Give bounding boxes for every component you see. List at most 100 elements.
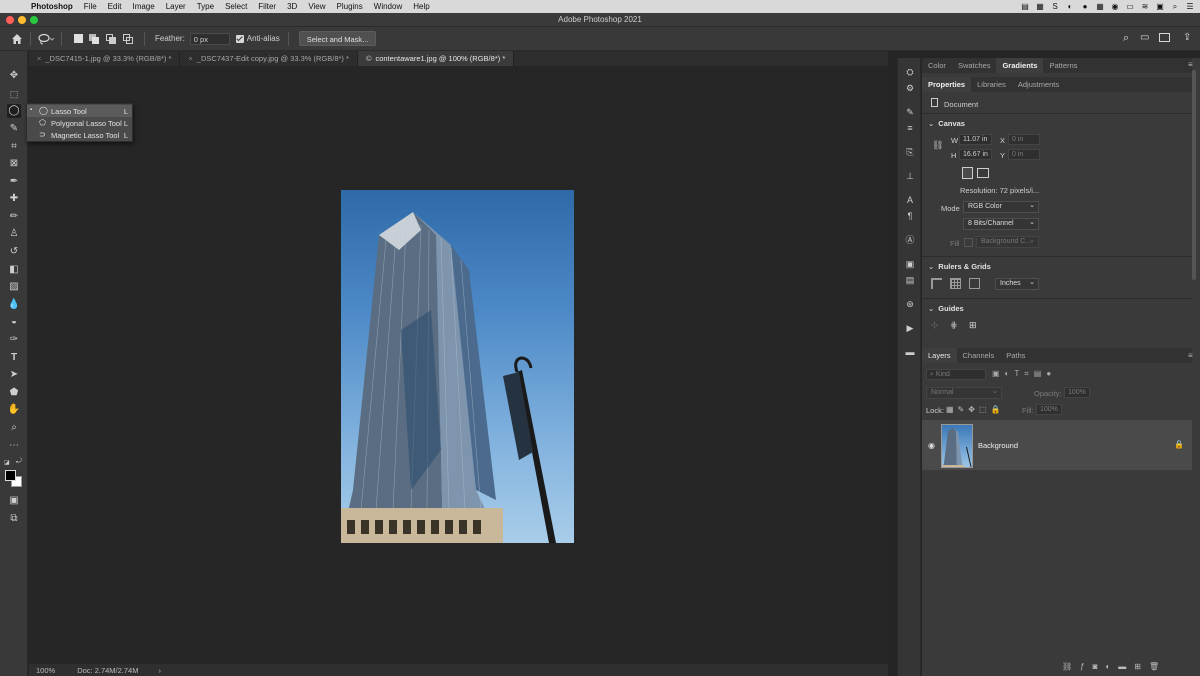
tab-layers[interactable]: Layers — [922, 348, 957, 363]
flyout-item-polygonal-lasso[interactable]: ⬠ Polygonal Lasso Tool L — [27, 117, 132, 129]
pen-tool-icon[interactable]: ✑ — [7, 333, 21, 347]
menu-filter[interactable]: Filter — [258, 2, 276, 11]
guides-section-title[interactable]: Guides — [928, 304, 963, 313]
tray-grid-icon[interactable]: ▦ — [1036, 2, 1044, 11]
tab-dsc7415[interactable]: × _DSC7415-1.jpg @ 33.3% (RGB/8*) * — [29, 51, 181, 66]
libraries-icon[interactable]: ▣ — [904, 258, 916, 270]
tab-swatches[interactable]: Swatches — [952, 58, 997, 73]
tray-switch-icon[interactable]: ▣ — [1156, 2, 1164, 11]
menu-layer[interactable]: Layer — [166, 2, 186, 11]
menu-select[interactable]: Select — [225, 2, 247, 11]
panel-menu-icon[interactable]: ≡ — [1188, 60, 1193, 69]
marquee-tool-icon[interactable]: ⬚ — [7, 87, 21, 101]
units-dropdown[interactable]: Inches — [995, 278, 1039, 290]
play-icon[interactable]: ▶ — [904, 322, 916, 334]
tray-pill-icon[interactable]: ◉ — [1111, 2, 1119, 11]
filter-icons[interactable]: ▣◐T⌗▤● — [992, 369, 1056, 379]
tray-wifi-icon[interactable]: ≋ — [1141, 2, 1149, 11]
lasso-preset-icon[interactable] — [37, 33, 55, 45]
layer-row-background[interactable]: ◉ Background 🔒 — [922, 420, 1192, 470]
width-input[interactable]: 11.07 in — [959, 134, 992, 145]
navigator-icon[interactable]: ⊛ — [904, 298, 916, 310]
search-icon[interactable]: ⌕ — [1123, 32, 1129, 45]
rulers-grids-section-title[interactable]: Rulers & Grids — [928, 262, 991, 271]
tray-leaf-icon[interactable]: ◐ — [1066, 2, 1074, 11]
flyout-item-lasso[interactable]: ▪ ◯ Lasso Tool L — [27, 105, 132, 117]
home-icon[interactable] — [10, 32, 24, 46]
tab-gradients[interactable]: Gradients — [996, 58, 1044, 73]
opacity-input[interactable]: 100% — [1064, 387, 1090, 398]
y-input[interactable]: 0 in — [1008, 149, 1040, 160]
link-dimensions-icon[interactable]: ⛓ — [932, 140, 943, 151]
add-selection-icon[interactable] — [89, 33, 100, 44]
subtract-selection-icon[interactable] — [106, 33, 117, 44]
bit-depth-dropdown[interactable]: 8 Bits/Channel — [963, 218, 1039, 230]
tray-grid2-icon[interactable]: ▦ — [1096, 2, 1104, 11]
blur-tool-icon[interactable]: 💧 — [7, 298, 21, 312]
gradient-tool-icon[interactable]: ▨ — [7, 280, 21, 294]
tray-search-icon[interactable]: ⌕ — [1171, 2, 1179, 12]
intersect-selection-icon[interactable] — [123, 33, 134, 44]
select-and-mask-button[interactable]: Select and Mask... — [298, 31, 377, 46]
menu-3d[interactable]: 3D — [287, 2, 297, 11]
menu-plugins[interactable]: Plugins — [337, 2, 363, 11]
quick-mask-icon[interactable]: ▣ — [7, 494, 21, 508]
adjustments-icon[interactable]: ≡ — [904, 122, 916, 134]
share-icon[interactable]: ⇪ — [1183, 32, 1191, 43]
character-panel-icon[interactable]: A — [904, 194, 916, 206]
antialias-checkbox[interactable] — [235, 34, 244, 43]
guides-vertical-icon[interactable]: ⊹ — [931, 320, 939, 331]
visibility-eye-icon[interactable]: ◉ — [928, 441, 935, 450]
quick-selection-tool-icon[interactable]: ✎ — [7, 122, 21, 136]
properties-scrollbar[interactable] — [1192, 70, 1196, 280]
menu-file[interactable]: File — [84, 2, 97, 11]
menu-view[interactable]: View — [308, 2, 325, 11]
brush-tool-icon[interactable]: ✏ — [7, 210, 21, 224]
lasso-tool-icon[interactable]: ◯ — [7, 104, 21, 118]
glyphs-panel-icon[interactable]: Ⓐ — [904, 234, 916, 246]
swap-colors-icon[interactable]: ⤾ — [16, 458, 22, 466]
tray-battery-icon[interactable]: ▭ — [1126, 2, 1134, 11]
tab-adjustments[interactable]: Adjustments — [1012, 77, 1065, 92]
default-colors-icon[interactable]: ◪ — [4, 459, 10, 466]
menu-type[interactable]: Type — [197, 2, 214, 11]
menu-app[interactable]: Photoshop — [31, 2, 73, 11]
tray-app-icon[interactable]: ▤ — [1021, 2, 1029, 11]
tray-s-icon[interactable]: S — [1051, 2, 1059, 11]
arrange-icon[interactable] — [1159, 33, 1170, 42]
notes-icon[interactable]: ▤ — [904, 274, 916, 286]
history-panel-icon[interactable]: ⛭ — [904, 66, 916, 78]
clone-stamp-tool-icon[interactable]: ♙ — [7, 227, 21, 241]
new-group-icon[interactable]: ▬ — [1118, 662, 1134, 671]
shape-tool-icon[interactable]: ⬟ — [7, 386, 21, 400]
eraser-tool-icon[interactable]: ◧ — [7, 263, 21, 277]
foreground-color-swatch[interactable] — [5, 470, 16, 481]
height-input[interactable]: 16.67 in — [959, 149, 992, 160]
menu-window[interactable]: Window — [374, 2, 402, 11]
tab-dsc7437[interactable]: × _DSC7437-Edit copy.jpg @ 33.3% (RGB/8*)… — [180, 51, 358, 66]
more-tools-icon[interactable]: ⋯ — [7, 439, 21, 453]
guides-canvas-icon[interactable]: ⊞ — [969, 320, 977, 331]
feather-input[interactable]: 0 px — [189, 32, 230, 45]
delete-layer-icon[interactable]: 🗑 — [1149, 662, 1167, 671]
tab-patterns[interactable]: Patterns — [1043, 58, 1083, 73]
portrait-orientation-icon[interactable] — [962, 167, 973, 179]
path-selection-tool-icon[interactable]: ➤ — [7, 368, 21, 382]
timeline-icon[interactable]: ▬ — [904, 346, 916, 358]
canvas-section-title[interactable]: Canvas — [928, 119, 965, 128]
fill-swatch[interactable] — [964, 238, 973, 247]
hand-tool-icon[interactable]: ✋ — [7, 403, 21, 417]
layers-panel-menu-icon[interactable]: ≡ — [1188, 351, 1193, 360]
status-menu-arrow[interactable]: › — [158, 666, 161, 675]
document-image[interactable] — [341, 190, 574, 543]
guides-horizontal-icon[interactable]: ⋕ — [950, 320, 958, 331]
add-mask-icon[interactable]: ◙ — [1093, 662, 1106, 671]
frame-tool-icon[interactable]: ⊠ — [7, 157, 21, 171]
clone-source-icon[interactable]: ⎘ — [904, 146, 916, 158]
fill-dropdown[interactable]: Background C... — [976, 236, 1039, 248]
pixel-grid-toggle-icon[interactable] — [969, 278, 980, 289]
tab-channels[interactable]: Channels — [957, 348, 1001, 363]
link-layers-icon[interactable]: ⛓ — [1062, 662, 1080, 671]
info-panel-icon[interactable]: ⊥ — [904, 170, 916, 182]
mode-dropdown[interactable]: RGB Color — [963, 201, 1039, 213]
